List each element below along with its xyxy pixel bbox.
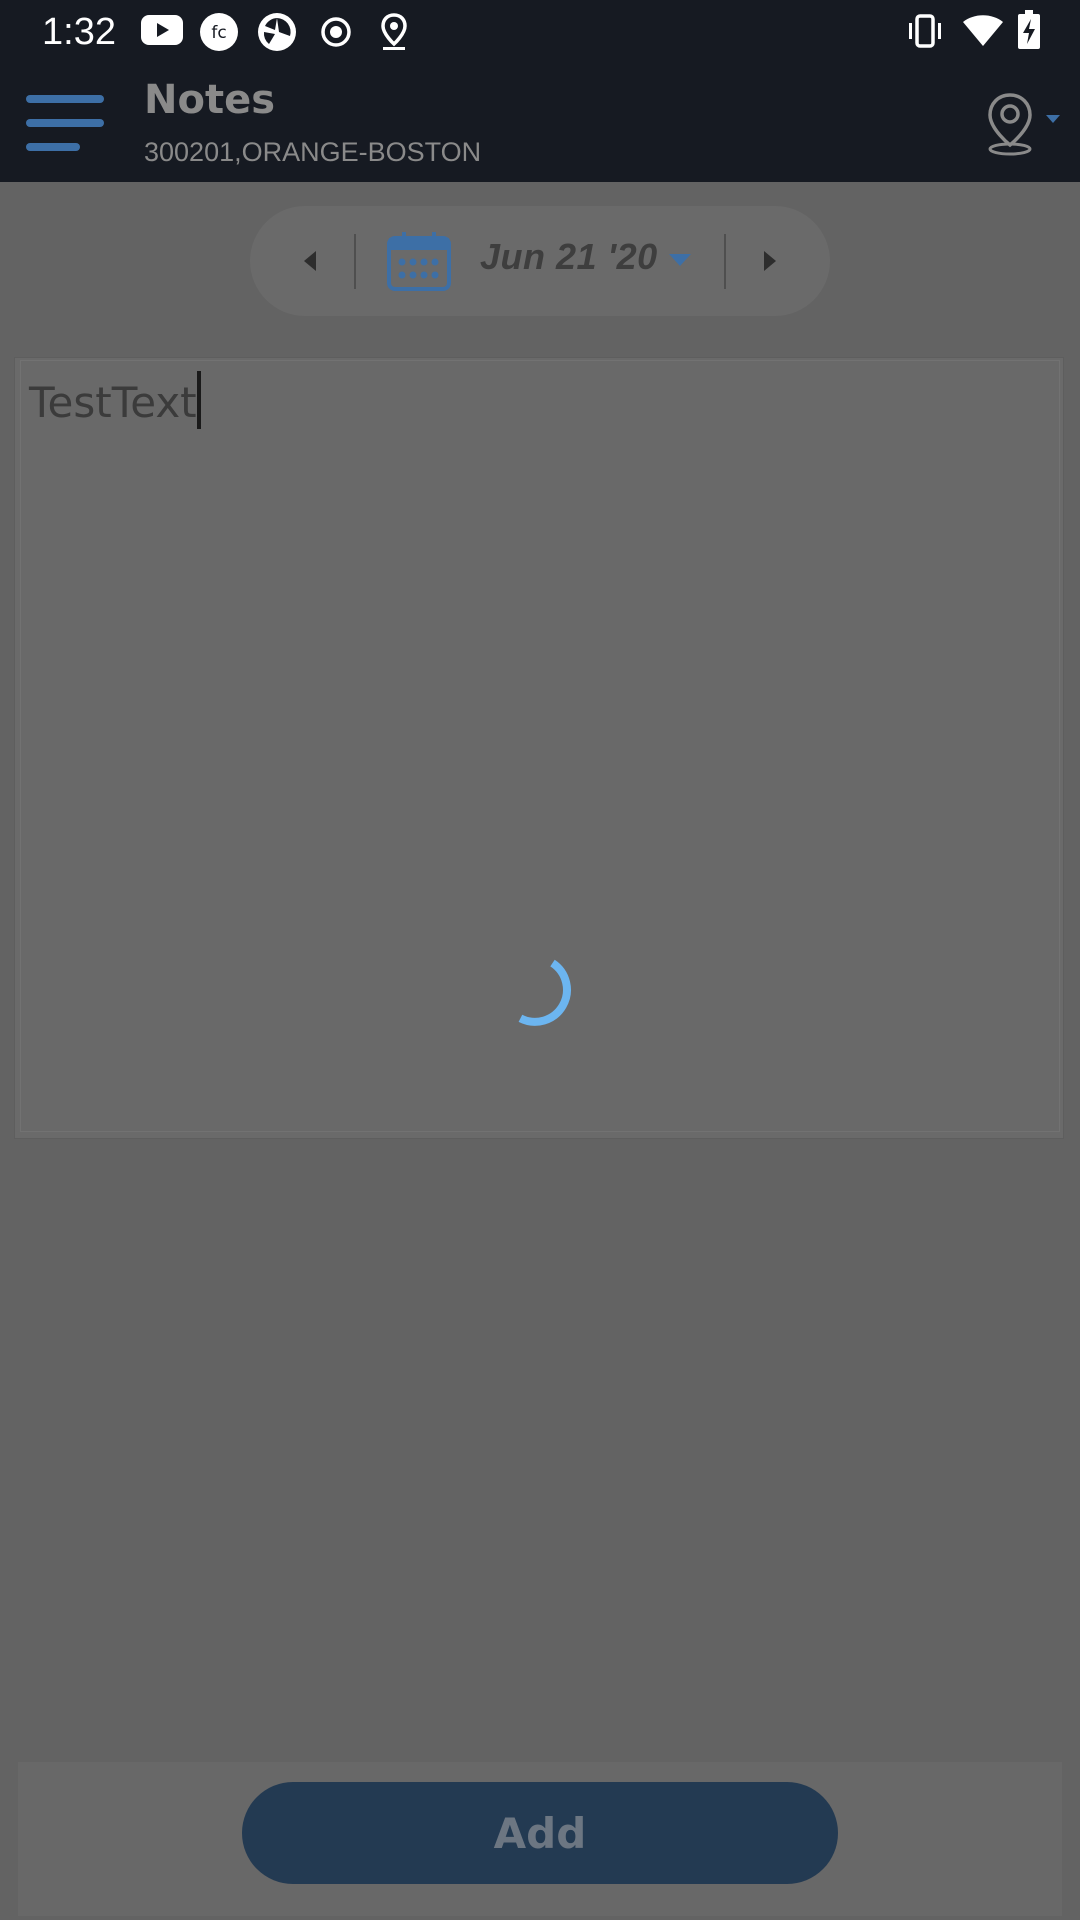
page-title: Notes [144, 77, 276, 123]
separator [354, 234, 356, 289]
status-time: 1:32 [42, 11, 116, 53]
add-button[interactable]: Add [242, 1782, 838, 1884]
chevron-right-icon[interactable] [740, 231, 800, 291]
battery-charging-icon [1018, 10, 1040, 49]
loading-spinner-icon [518, 959, 571, 1026]
store-subtitle: 300201,ORANGE-BOSTON [144, 137, 482, 167]
text-cursor [196, 371, 201, 429]
separator [724, 234, 726, 289]
vibrate-icon [909, 14, 941, 48]
note-text: TestText [29, 378, 197, 427]
chevron-down-icon[interactable] [667, 252, 693, 268]
record-icon [321, 17, 351, 47]
svg-text:fc: fc [211, 23, 226, 43]
location-pin-icon[interactable] [982, 91, 1060, 157]
status-bar: 1:32 fc [0, 0, 1080, 63]
hamburger-menu-icon[interactable] [24, 93, 106, 153]
shutter-app-icon [258, 13, 296, 51]
date-navigator: Jun 21 '20 [250, 206, 830, 316]
calendar-icon[interactable] [386, 230, 452, 292]
fc-icon: fc [200, 13, 238, 51]
app-bar: Notes 300201,ORANGE-BOSTON [0, 63, 1080, 182]
selected-date[interactable]: Jun 21 '20 [480, 236, 658, 278]
chevron-left-icon[interactable] [280, 231, 340, 291]
youtube-icon [141, 15, 183, 45]
location-icon [381, 13, 407, 50]
wifi-icon [963, 15, 1003, 46]
